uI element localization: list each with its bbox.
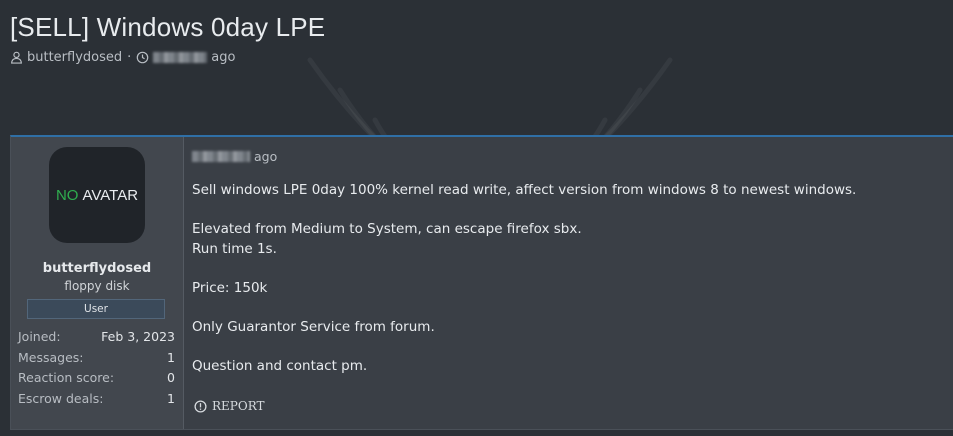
stat-label: Reaction score: (18, 370, 115, 385)
avatar-no-text: NO (55, 186, 79, 204)
post-line: Question and contact pm. (192, 357, 368, 374)
stat-value[interactable]: 1 (167, 350, 175, 371)
post-line: Run time 1s. (192, 240, 277, 257)
post-time-suffix: ago (254, 149, 278, 164)
redacted-date (192, 151, 250, 162)
user-title: floppy disk (64, 279, 130, 293)
post-body: Sell windows LPE 0day 100% kernel read w… (192, 181, 953, 376)
clock-icon (136, 51, 150, 65)
report-button[interactable]: REPORT (194, 399, 265, 413)
stat-value: Feb 3, 2023 (101, 329, 175, 344)
meta-separator: · (127, 50, 132, 65)
alert-circle-icon (194, 399, 207, 413)
post-line: Sell windows LPE 0day 100% kernel read w… (192, 182, 857, 198)
stat-reaction-score: Reaction score: 0 (18, 370, 175, 391)
user-role-badge: User (27, 299, 165, 319)
thread-author-link[interactable]: butterflydosed (27, 50, 122, 65)
thread-title: [SELL] Windows 0day LPE (10, 12, 326, 42)
stat-messages: Messages: 1 (18, 350, 175, 371)
user-name-link[interactable]: butterflydosed (11, 261, 183, 276)
user-stats: Joined: Feb 3, 2023 Messages: 1 Reaction… (18, 329, 175, 411)
user-pane: NO AVATAR butterflydosed floppy disk Use… (11, 137, 184, 429)
stat-value: 1 (167, 390, 175, 406)
report-label: REPORT (212, 399, 265, 413)
stat-joined: Joined: Feb 3, 2023 (18, 329, 175, 350)
avatar-text: AVATAR (82, 186, 139, 204)
post-time[interactable]: ago (192, 149, 953, 164)
post-line: Only Guarantor Service from forum. (192, 318, 435, 335)
thread-time-suffix: ago (211, 50, 236, 65)
user-icon (10, 51, 24, 65)
stat-label: Escrow deals: (18, 390, 104, 406)
thread-meta: butterflydosed · ago (10, 50, 235, 65)
stat-label: Joined: (18, 329, 61, 344)
stat-escrow-deals: Escrow deals: 1 (18, 391, 175, 412)
post-line: Price: 150k (192, 279, 268, 296)
post-container: NO AVATAR butterflydosed floppy disk Use… (10, 135, 953, 430)
redacted-date (153, 52, 208, 63)
avatar[interactable]: NO AVATAR (49, 147, 145, 243)
post-content: ago Sell windows LPE 0day 100% kernel re… (192, 149, 953, 396)
stat-label: Messages: (18, 349, 84, 365)
stat-value: 0 (167, 370, 175, 385)
post-line: Elevated from Medium to System, can esca… (192, 221, 582, 237)
